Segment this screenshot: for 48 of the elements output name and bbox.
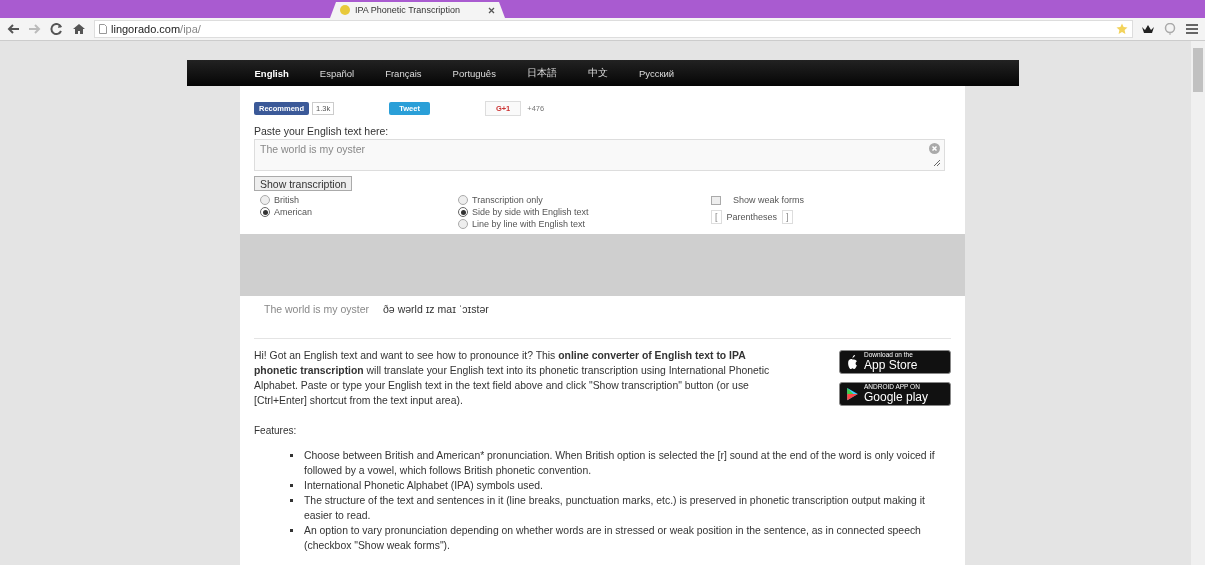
feature-item: International Phonetic Alphabet (IPA) symbols used. xyxy=(290,477,947,493)
ipa-transcription: ðə wərld ɪz maɪ ˈɔɪstər xyxy=(383,302,489,315)
star-icon[interactable] xyxy=(1116,23,1128,35)
home-icon[interactable] xyxy=(72,23,86,35)
play-icon xyxy=(846,386,859,401)
reload-icon[interactable] xyxy=(50,23,64,35)
apple-icon xyxy=(846,354,859,369)
parentheses-label: Parentheses xyxy=(726,211,778,222)
page-icon xyxy=(99,24,107,34)
language-link[interactable]: 日本語 xyxy=(526,66,557,80)
language-link[interactable]: Русский xyxy=(638,67,675,79)
radio-button[interactable] xyxy=(260,207,270,217)
mode-radio-label[interactable]: Line by line with English text xyxy=(472,219,586,229)
radio-button[interactable] xyxy=(458,219,468,229)
accent-radio-label[interactable]: American xyxy=(274,207,312,217)
scroll-thumb[interactable] xyxy=(1193,48,1203,92)
mode-radio-label[interactable]: Transcription only xyxy=(472,195,543,205)
radio-button[interactable] xyxy=(458,207,468,217)
features-heading: Features: xyxy=(254,424,298,436)
language-link[interactable]: Français xyxy=(385,67,422,79)
feature-item: The structure of the text and sentences in it (line breaks, punctuation marks, etc.) is preserved in phonetic transcription output making it easier to read. xyxy=(290,492,947,523)
accent-radio-label[interactable]: British xyxy=(274,195,299,205)
language-link[interactable]: 中文 xyxy=(587,66,608,80)
radio-button[interactable] xyxy=(458,195,468,205)
radio-button[interactable] xyxy=(260,195,270,205)
tab-title: IPA Phonetic Transcription xyxy=(355,5,460,15)
language-link[interactable]: Español xyxy=(319,67,355,79)
resize-grip-icon[interactable] xyxy=(933,159,941,167)
favicon-icon xyxy=(340,5,350,15)
language-link[interactable]: English xyxy=(254,67,289,79)
text-input[interactable]: The world is my oyster xyxy=(254,139,945,171)
menu-icon[interactable] xyxy=(1185,23,1199,35)
address-bar[interactable]: lingorado.com/ipa/ xyxy=(94,20,1133,38)
show-transcription-button[interactable]: Show transcription xyxy=(254,176,353,191)
close-icon[interactable] xyxy=(488,6,495,14)
back-icon[interactable] xyxy=(6,23,20,35)
language-link[interactable]: Português xyxy=(452,67,496,79)
open-bracket-field[interactable]: [ xyxy=(711,209,722,224)
feature-item: An option to vary pronunciation depending on whether words are in stressed or weak position in the sentence, as in connected speech (checkbox "Show weak forms"). xyxy=(290,522,947,553)
english-text: The world is my oyster xyxy=(264,302,370,315)
scrollbar[interactable] xyxy=(1191,41,1205,565)
feature-item: Choose between British and American* pronunciation. When British option is selected the [r] sound at the end of the word is only voiced if followed by a vowel, which follows British phonetic convention. xyxy=(290,447,947,478)
close-bracket-field[interactable]: ] xyxy=(782,209,793,224)
intro-paragraph: Hi! Got an English text and want to see how to pronounce it? This online converter of English text to IPA phonetic transcription will translate your English text into its phonetic transcription using International Phonetic Alphabet. Paste or type your English text in the text field above and click "Show transcription" button (or use [Ctrl+Enter] shortcut from the text input area). xyxy=(254,348,771,408)
weak-forms-checkbox[interactable]: Show weak forms xyxy=(711,194,951,206)
browser-tab[interactable]: IPA Phonetic Transcription xyxy=(330,2,505,18)
input-label: Paste your English text here: xyxy=(254,125,390,137)
mode-radio-label[interactable]: Side by side with English text xyxy=(472,207,589,217)
